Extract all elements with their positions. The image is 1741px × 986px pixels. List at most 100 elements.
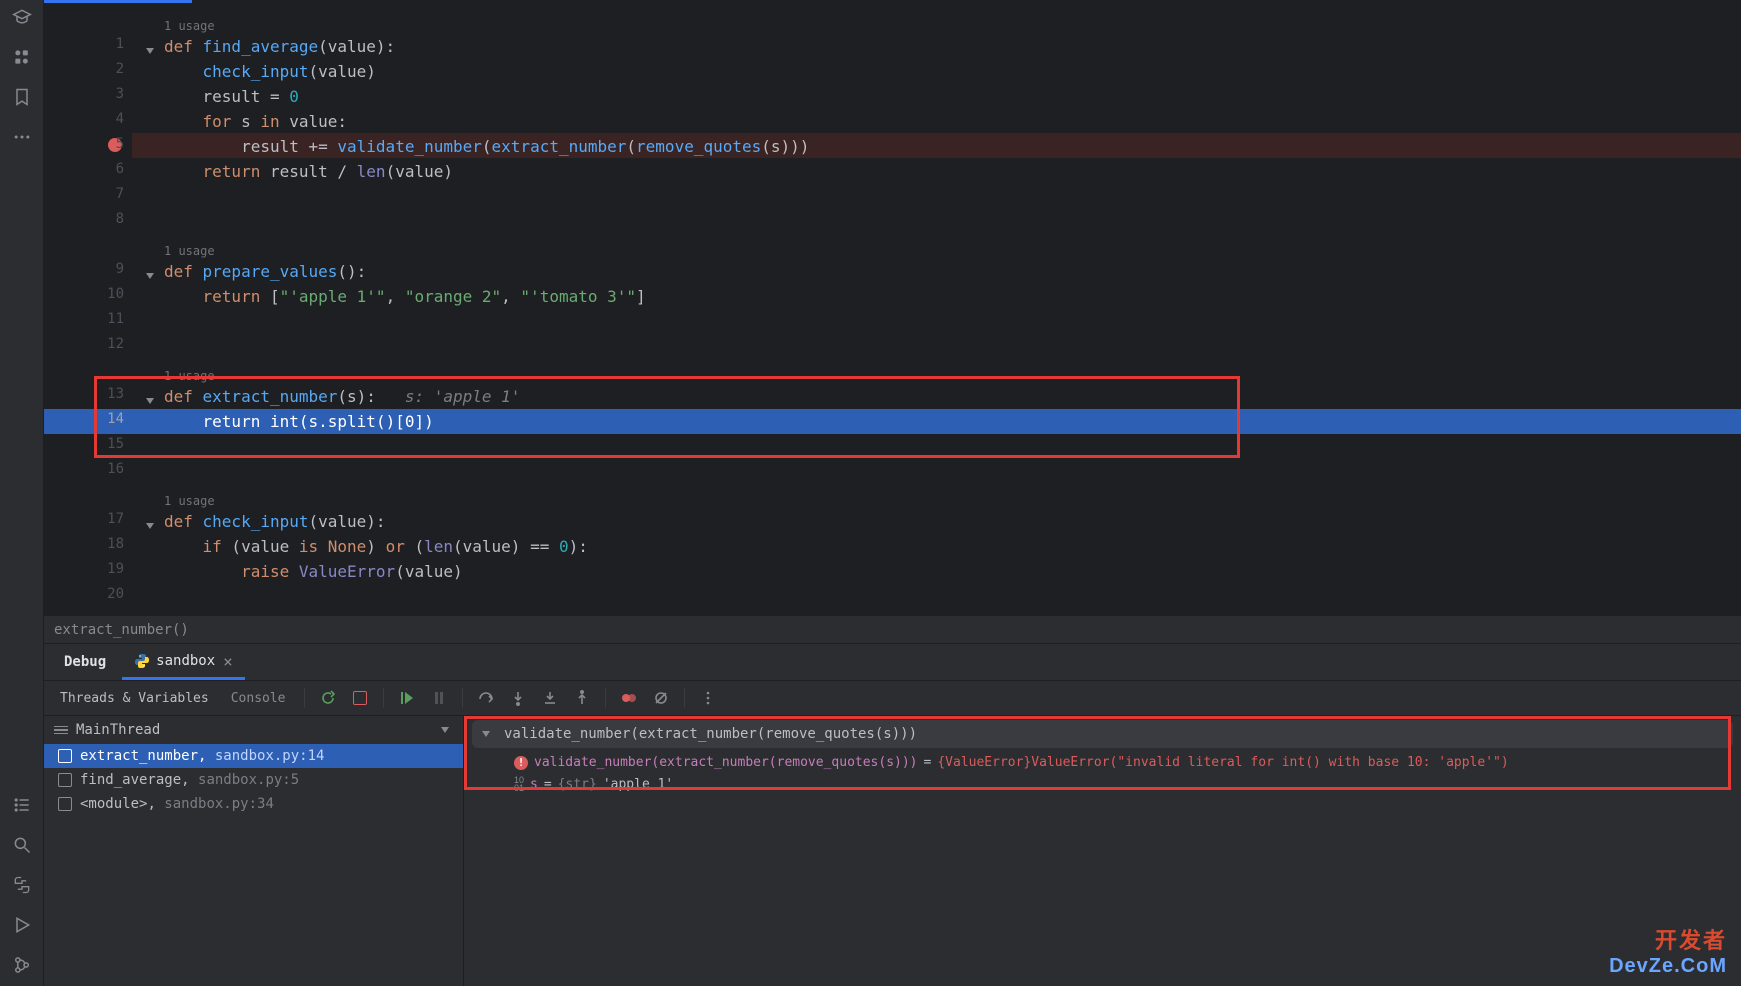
code-line[interactable]: return ["'apple 1'", "orange 2", "'tomat… (164, 284, 1741, 309)
structure-icon[interactable] (11, 46, 33, 68)
code-line[interactable]: return int(s.split()[0]) (164, 409, 1741, 434)
stack-frame[interactable]: extract_number, sandbox.py:14 (44, 744, 463, 768)
bookmark-icon[interactable] (11, 86, 33, 108)
more-actions-icon[interactable] (695, 685, 721, 711)
code-text: ( (482, 137, 492, 156)
fold-chevron-icon[interactable] (146, 40, 158, 52)
code-line[interactable]: def prepare_values(): (164, 259, 1741, 284)
run-icon[interactable] (11, 914, 33, 936)
line-number: 18 (74, 536, 124, 552)
step-into-icon[interactable] (505, 685, 531, 711)
thread-header[interactable]: MainThread (44, 716, 463, 744)
search-icon[interactable] (11, 834, 33, 856)
debug-toolbar: Threads & Variables Console (44, 680, 1741, 716)
pause-icon[interactable] (426, 685, 452, 711)
keyword: is None (299, 537, 366, 556)
string: "'apple 1'" (280, 287, 386, 306)
inline-hint: s: 'apple 1' (405, 387, 521, 406)
code-line[interactable]: if (value is None) or (len(value) == 0): (164, 534, 1741, 559)
debug-body: MainThread extract_number, sandbox.py:14… (44, 716, 1741, 986)
breadcrumb-item[interactable]: extract_number() (54, 622, 189, 638)
code-text: result += (164, 137, 337, 156)
code-line[interactable]: def find_average(value): (164, 34, 1741, 59)
more-icon[interactable] (11, 126, 33, 148)
code-text: result / (260, 162, 356, 181)
binary-icon: 1001 (514, 776, 524, 792)
number: 0 (289, 87, 299, 106)
resume-icon[interactable] (394, 685, 420, 711)
code-line[interactable]: result = 0 (164, 84, 1741, 109)
tab-threads-variables[interactable]: Threads & Variables (52, 687, 217, 710)
code-line[interactable]: raise ValueError(value) (164, 559, 1741, 584)
code-line[interactable]: check_input(value) (164, 59, 1741, 84)
frames-panel[interactable]: MainThread extract_number, sandbox.py:14… (44, 716, 464, 986)
watermark-line1: 开发者 (1609, 923, 1727, 955)
left-tool-rail (0, 0, 44, 986)
code-text: [ (260, 287, 279, 306)
debug-tab-title[interactable]: Debug (52, 647, 118, 677)
code-line[interactable]: return result / len(value) (164, 159, 1741, 184)
line-number: 16 (74, 461, 124, 477)
stack-frame[interactable]: find_average, sandbox.py:5 (44, 768, 463, 792)
editor-gutter[interactable]: 1 2 3 4 5 6 7 8 9 10 11 12 13 14 15 16 1… (44, 0, 144, 638)
view-breakpoints-icon[interactable] (616, 685, 642, 711)
tab-console[interactable]: Console (223, 687, 294, 710)
python-console-icon[interactable] (11, 874, 33, 896)
breadcrumb-bar[interactable]: extract_number() (44, 615, 1741, 643)
fold-chevron-icon[interactable] (146, 265, 158, 277)
function-call: check_input (203, 62, 309, 81)
code-text: (value (222, 537, 299, 556)
threads-icon (54, 726, 68, 735)
rerun-icon[interactable] (315, 685, 341, 711)
step-out-icon[interactable] (569, 685, 595, 711)
line-number: 15 (74, 436, 124, 452)
watermark: 开发者 DevZe.CoM (1609, 923, 1727, 978)
code-line[interactable]: result += validate_number(extract_number… (164, 134, 1741, 159)
line-number: 7 (74, 186, 124, 202)
line-number: 19 (74, 561, 124, 577)
vcs-icon[interactable] (11, 954, 33, 976)
code-text (164, 287, 203, 306)
variable-row[interactable]: 1001 s = {str} 'apple 1' (464, 773, 1741, 795)
code-editor[interactable]: 1 2 3 4 5 6 7 8 9 10 11 12 13 14 15 16 1… (44, 0, 1741, 638)
line-number: 13 (74, 386, 124, 402)
chevron-down-icon[interactable] (441, 727, 449, 733)
keyword: def (164, 262, 203, 281)
code-text: (value): (318, 37, 395, 56)
code-text: (value): (309, 512, 386, 531)
builtin: ValueError (299, 562, 395, 581)
keyword: for (203, 112, 232, 131)
variable-row-error[interactable]: ! validate_number(extract_number(remove_… (464, 752, 1741, 773)
builtin: len (424, 537, 453, 556)
separator (462, 688, 463, 708)
debug-session-tab[interactable]: sandbox × (122, 645, 245, 680)
mute-breakpoints-icon[interactable] (648, 685, 674, 711)
frame-location: sandbox.py:14 (215, 748, 325, 764)
code-text: , (386, 287, 405, 306)
fold-chevron-icon[interactable] (146, 390, 158, 402)
chevron-down-icon[interactable] (482, 731, 490, 737)
stop-icon[interactable] (347, 685, 373, 711)
debug-tool-tabs: Debug sandbox × (44, 644, 1741, 680)
variables-panel[interactable]: validate_number(extract_number(remove_qu… (464, 716, 1741, 986)
var-expression: validate_number(extract_number(remove_qu… (534, 755, 918, 770)
list-icon[interactable] (11, 794, 33, 816)
code-line[interactable]: def extract_number(s): s: 'apple 1' (164, 384, 1741, 409)
close-icon[interactable]: × (223, 652, 233, 671)
code-text: ) (366, 537, 385, 556)
code-text (164, 62, 203, 81)
number: 0 (559, 537, 569, 556)
step-over-icon[interactable] (473, 685, 499, 711)
step-into-my-icon[interactable] (537, 685, 563, 711)
eval-expression: validate_number(extract_number(remove_qu… (504, 726, 917, 742)
line-number: 3 (74, 86, 124, 102)
code-line[interactable]: def check_input(value): (164, 509, 1741, 534)
frame-function: find_average (80, 772, 181, 788)
stack-frame[interactable]: <module>, sandbox.py:34 (44, 792, 463, 816)
evaluate-expression-input[interactable]: validate_number(extract_number(remove_qu… (472, 720, 1733, 748)
code-line[interactable]: for s in value: (164, 109, 1741, 134)
code-text: (value) == (453, 537, 559, 556)
learn-icon[interactable] (11, 6, 33, 28)
fold-chevron-icon[interactable] (146, 515, 158, 527)
keyword: if (203, 537, 222, 556)
